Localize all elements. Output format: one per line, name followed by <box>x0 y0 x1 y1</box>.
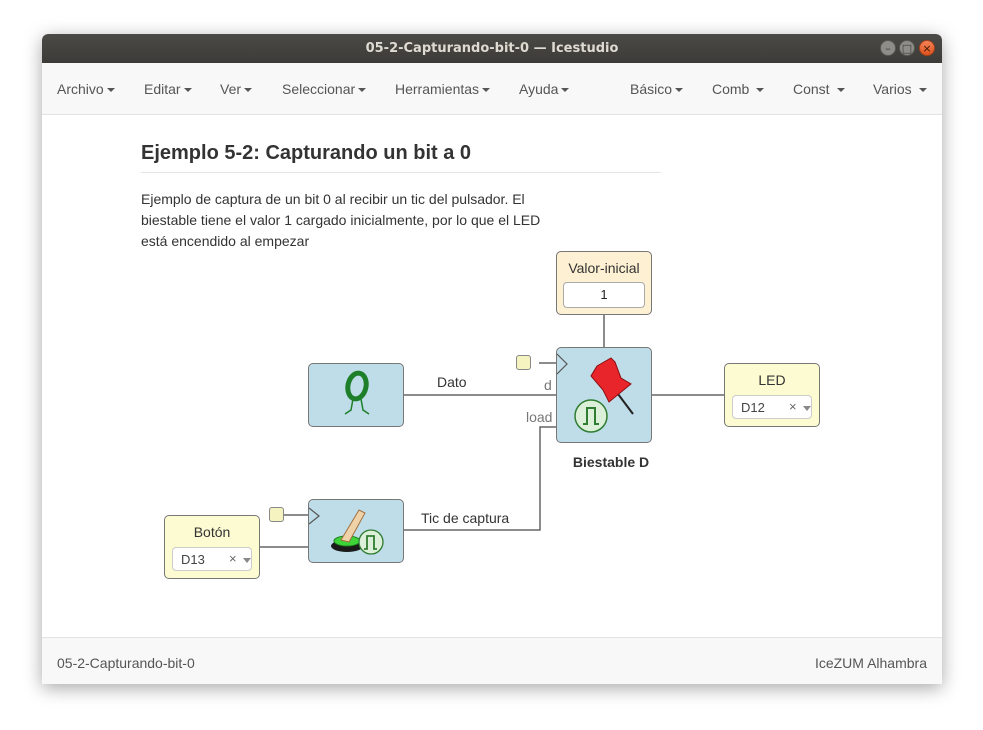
dropdown-arrow-icon[interactable] <box>243 558 251 563</box>
wire-label-dato: Dato <box>437 374 467 390</box>
valor-inicial-block[interactable]: Valor-inicial 1 <box>556 251 652 315</box>
led-label: LED <box>758 372 786 388</box>
boton-pin-select[interactable]: D13 × <box>172 547 252 571</box>
footer-filename: 05-2-Capturando-bit-0 <box>57 655 195 671</box>
menu-seleccionar[interactable]: Seleccionar <box>282 81 367 97</box>
menu-archivo-label: Archivo <box>57 81 104 97</box>
menu-ver[interactable]: Ver <box>220 81 253 97</box>
wire-label-tic: Tic de captura <box>421 510 510 526</box>
biestable-d-block[interactable] <box>556 347 652 443</box>
valor-inicial-input[interactable]: 1 <box>563 282 645 308</box>
boton-label: Botón <box>193 524 231 540</box>
menu-archivo[interactable]: Archivo <box>57 81 115 97</box>
menu-const-label: Const <box>793 81 830 97</box>
caret-down-icon <box>836 88 845 93</box>
menu-ayuda-label: Ayuda <box>519 81 559 97</box>
menu-herramientas[interactable]: Herramientas <box>395 81 491 97</box>
menu-editar-label: Editar <box>144 81 181 97</box>
menu-varios[interactable]: Varios <box>873 81 927 97</box>
valor-inicial-label: Valor-inicial <box>568 260 640 276</box>
boton-pin-value: D13 <box>181 552 205 567</box>
port-d-label: d <box>544 377 552 393</box>
port-load-label: load <box>526 409 553 425</box>
menu-herramientas-label: Herramientas <box>395 81 480 97</box>
caret-down-icon <box>561 88 570 93</box>
caret-down-icon <box>482 88 491 93</box>
title-bar[interactable]: 05-2-Capturando-bit-0 — Icestudio – □ × <box>42 34 942 63</box>
boton-input-block[interactable]: Botón D13 × <box>164 515 260 579</box>
biestable-d-label: Biestable D <box>572 454 650 470</box>
menu-varios-label: Varios <box>873 81 912 97</box>
design-canvas[interactable]: Ejemplo 5-2: Capturando un bit a 0 Ejemp… <box>42 115 942 637</box>
bit-zero-icon <box>344 370 370 415</box>
clear-icon[interactable]: × <box>789 399 797 414</box>
menu-comb[interactable]: Comb <box>712 81 765 97</box>
caret-down-icon <box>675 88 684 93</box>
menu-basico-label: Básico <box>630 81 673 97</box>
window-title: 05-2-Capturando-bit-0 — Icestudio <box>365 41 619 56</box>
menu-const[interactable]: Const <box>793 81 845 97</box>
status-bar: 05-2-Capturando-bit-0 IceZUM Alhambra <box>42 637 942 684</box>
caret-down-icon <box>756 88 765 93</box>
clear-icon[interactable]: × <box>229 551 237 566</box>
menu-comb-label: Comb <box>712 81 750 97</box>
menu-ver-label: Ver <box>220 81 242 97</box>
clock-pin-biestable[interactable] <box>516 355 531 370</box>
caret-down-icon <box>358 88 367 93</box>
menu-bar: Archivo Editar Ver Seleccionar Herramien… <box>42 63 942 115</box>
menu-seleccionar-label: Seleccionar <box>282 81 356 97</box>
caret-down-icon <box>918 88 927 93</box>
caret-down-icon <box>244 88 253 93</box>
menu-editar[interactable]: Editar <box>144 81 192 97</box>
minimize-button[interactable]: – <box>880 40 896 56</box>
pushpin-icon <box>556 353 634 433</box>
maximize-button[interactable]: □ <box>899 40 915 56</box>
menu-ayuda[interactable]: Ayuda <box>519 81 570 97</box>
footer-board[interactable]: IceZUM Alhambra <box>815 655 927 671</box>
caret-down-icon <box>183 88 192 93</box>
led-pin-value: D12 <box>741 400 765 415</box>
tic-block[interactable] <box>308 499 404 563</box>
clock-pin-tic[interactable] <box>269 507 284 522</box>
bit-0-block[interactable] <box>308 363 404 427</box>
close-button[interactable]: × <box>919 40 935 56</box>
led-output-block[interactable]: LED D12 × <box>724 363 820 427</box>
app-window: 05-2-Capturando-bit-0 — Icestudio – □ × … <box>42 34 942 684</box>
menu-basico[interactable]: Básico <box>630 81 684 97</box>
dropdown-arrow-icon[interactable] <box>803 406 811 411</box>
caret-down-icon <box>106 88 115 93</box>
button-press-icon <box>308 507 384 555</box>
led-pin-select[interactable]: D12 × <box>732 395 812 419</box>
